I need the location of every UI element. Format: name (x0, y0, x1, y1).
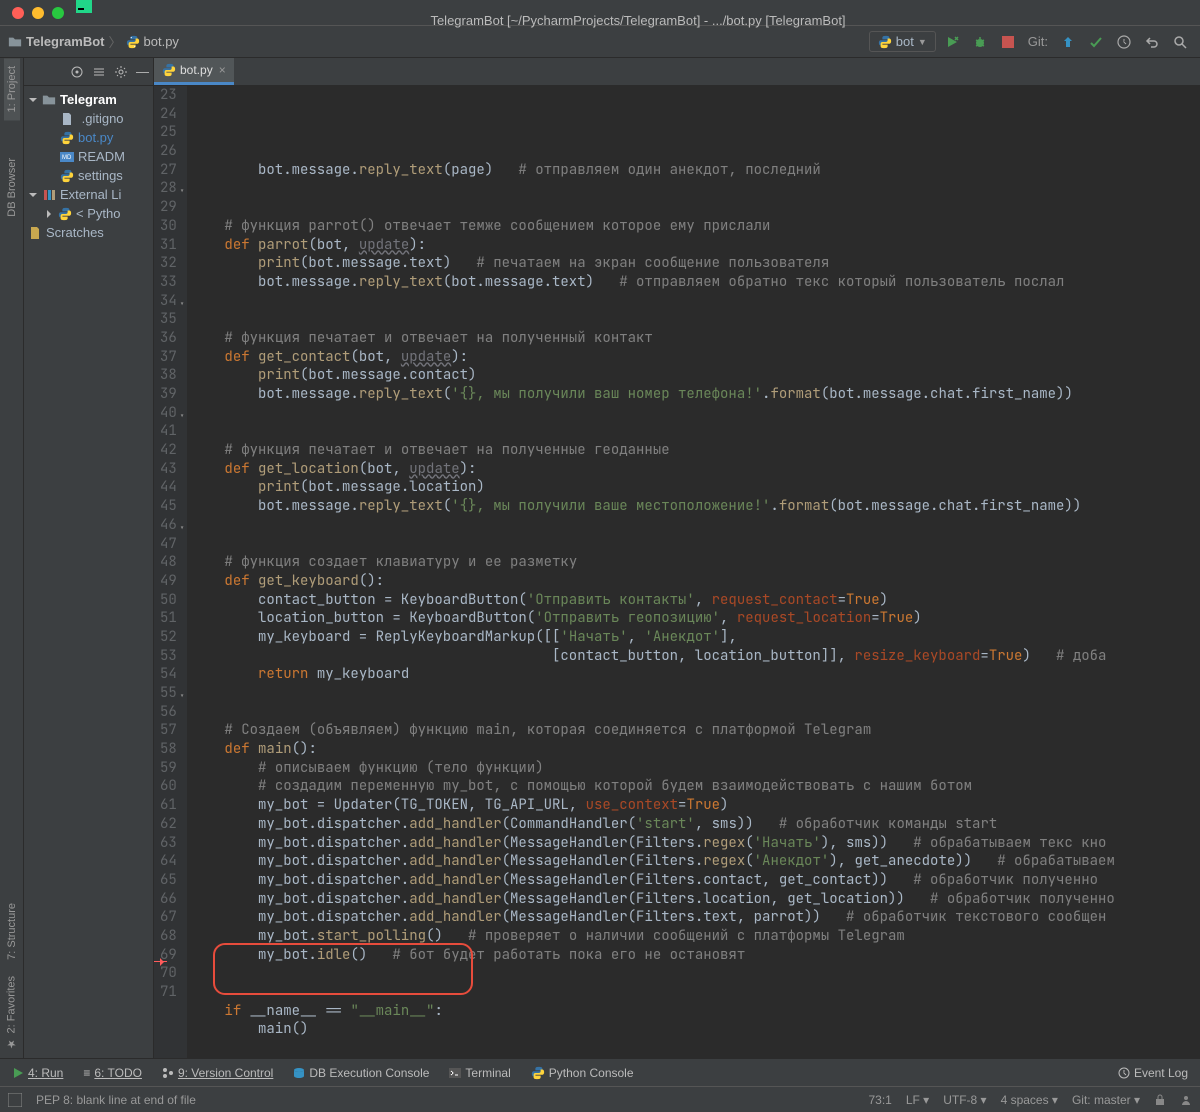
scratches-icon (28, 226, 42, 240)
encoding[interactable]: UTF-8 ▾ (943, 1093, 986, 1107)
close-tab-button[interactable]: × (219, 63, 226, 77)
log-icon (1118, 1067, 1130, 1079)
target-icon[interactable] (70, 65, 84, 79)
vcs-tool-tab[interactable]: 9: Version Control (162, 1066, 273, 1080)
db-console-tool-tab[interactable]: DB Execution Console (293, 1066, 429, 1080)
tree-scratches[interactable]: Scratches (24, 223, 153, 242)
chevron-down-icon (28, 190, 38, 200)
folder-icon (8, 35, 22, 49)
close-window-button[interactable] (12, 7, 24, 19)
editor-tabs: bot.py × (154, 58, 1200, 86)
search-button[interactable] (1172, 34, 1188, 50)
python-console-tool-tab[interactable]: Python Console (531, 1066, 634, 1080)
collapse-icon[interactable] (92, 65, 106, 79)
titlebar: TelegramBot [~/PycharmProjects/TelegramB… (0, 0, 1200, 26)
breadcrumb: TelegramBot 〉 bot.py (8, 32, 869, 51)
editor-zone: bot.py × 232425262728▾293031323334▾35363… (154, 58, 1200, 1058)
git-commit-button[interactable] (1088, 34, 1104, 50)
indent[interactable]: 4 spaces ▾ (1001, 1093, 1058, 1107)
python-icon (162, 63, 176, 77)
python-icon (878, 35, 892, 49)
editor-tab-botpy[interactable]: bot.py × (154, 58, 234, 85)
stop-button[interactable] (1000, 34, 1016, 50)
git-rollback-button[interactable] (1144, 34, 1160, 50)
markdown-icon: MD (60, 150, 74, 164)
code-editor[interactable]: 232425262728▾293031323334▾353637383940▾4… (154, 86, 1200, 1058)
status-icon[interactable] (8, 1093, 22, 1107)
tree-external-libs[interactable]: External Li (24, 185, 153, 204)
python-icon (60, 169, 74, 183)
favorites-tool-tab[interactable]: ★2: Favorites (3, 968, 20, 1058)
bottom-tool-bar: 4: Run ≡6: TODO 9: Version Control DB Ex… (0, 1058, 1200, 1086)
caret-position[interactable]: 73:1 (868, 1093, 891, 1107)
code-content[interactable]: bot.message.reply_text(page) # отправляе… (187, 86, 1200, 1058)
folder-icon (42, 93, 56, 107)
run-button[interactable] (944, 34, 960, 50)
left-tool-gutter: 1: Project DB Browser 7: Structure ★2: F… (0, 58, 24, 1058)
run-config-selector[interactable]: bot ▼ (869, 31, 936, 52)
library-icon (42, 188, 56, 202)
line-ending[interactable]: LF ▾ (906, 1093, 929, 1107)
maximize-window-button[interactable] (52, 7, 64, 19)
tree-python-env[interactable]: < Pytho (24, 204, 153, 223)
tree-root[interactable]: Telegram (24, 90, 153, 109)
lock-icon[interactable] (1154, 1094, 1166, 1106)
chevron-down-icon (28, 95, 38, 105)
branch-icon (162, 1067, 174, 1079)
play-icon (12, 1067, 24, 1079)
git-branch[interactable]: Git: master ▾ (1072, 1093, 1140, 1107)
python-icon (60, 131, 74, 145)
project-tree: Telegram .gitigno bot.py MDREADM setting… (24, 86, 153, 246)
git-update-button[interactable] (1060, 34, 1076, 50)
status-message: PEP 8: blank line at end of file (36, 1093, 196, 1107)
terminal-icon (449, 1067, 461, 1079)
event-log-tool-tab[interactable]: Event Log (1118, 1066, 1188, 1080)
tree-file-botpy[interactable]: bot.py (24, 128, 153, 147)
project-tool-tab[interactable]: 1: Project (4, 58, 20, 120)
todo-tool-tab[interactable]: ≡6: TODO (83, 1066, 142, 1080)
breadcrumb-file[interactable]: bot.py (126, 34, 179, 49)
file-icon (60, 112, 74, 126)
hector-icon[interactable] (1180, 1094, 1192, 1106)
status-bar: PEP 8: blank line at end of file 73:1 LF… (0, 1086, 1200, 1112)
git-history-button[interactable] (1116, 34, 1132, 50)
chevron-right-icon (44, 209, 54, 219)
tree-file-readme[interactable]: MDREADM (24, 147, 153, 166)
python-icon (531, 1066, 545, 1080)
tree-file-settings[interactable]: settings (24, 166, 153, 185)
window-title: TelegramBot [~/PycharmProjects/TelegramB… (76, 0, 1200, 28)
project-sidebar: — Telegram .gitigno bot.py MDREADM setti… (24, 58, 154, 1058)
minimize-sidebar-button[interactable]: — (136, 64, 149, 79)
breadcrumb-project[interactable]: TelegramBot (8, 34, 105, 49)
python-icon (126, 35, 140, 49)
python-icon (58, 207, 72, 221)
navigation-bar: TelegramBot 〉 bot.py bot ▼ Git: (0, 26, 1200, 58)
minimize-window-button[interactable] (32, 7, 44, 19)
debug-button[interactable] (972, 34, 988, 50)
structure-tool-tab[interactable]: 7: Structure (4, 895, 20, 968)
annotation-callout: Заменили main() на (154, 952, 167, 971)
database-icon (293, 1067, 305, 1079)
run-tool-tab[interactable]: 4: Run (12, 1066, 63, 1080)
pycharm-icon (76, 0, 92, 13)
line-number-gutter: 232425262728▾293031323334▾353637383940▾4… (154, 86, 187, 1058)
terminal-tool-tab[interactable]: Terminal (449, 1066, 510, 1080)
settings-icon[interactable] (114, 65, 128, 79)
db-browser-tool-tab[interactable]: DB Browser (4, 150, 20, 225)
svg-text:MD: MD (62, 155, 72, 161)
tree-file-gitignore[interactable]: .gitigno (24, 109, 153, 128)
git-label: Git: (1028, 34, 1048, 49)
